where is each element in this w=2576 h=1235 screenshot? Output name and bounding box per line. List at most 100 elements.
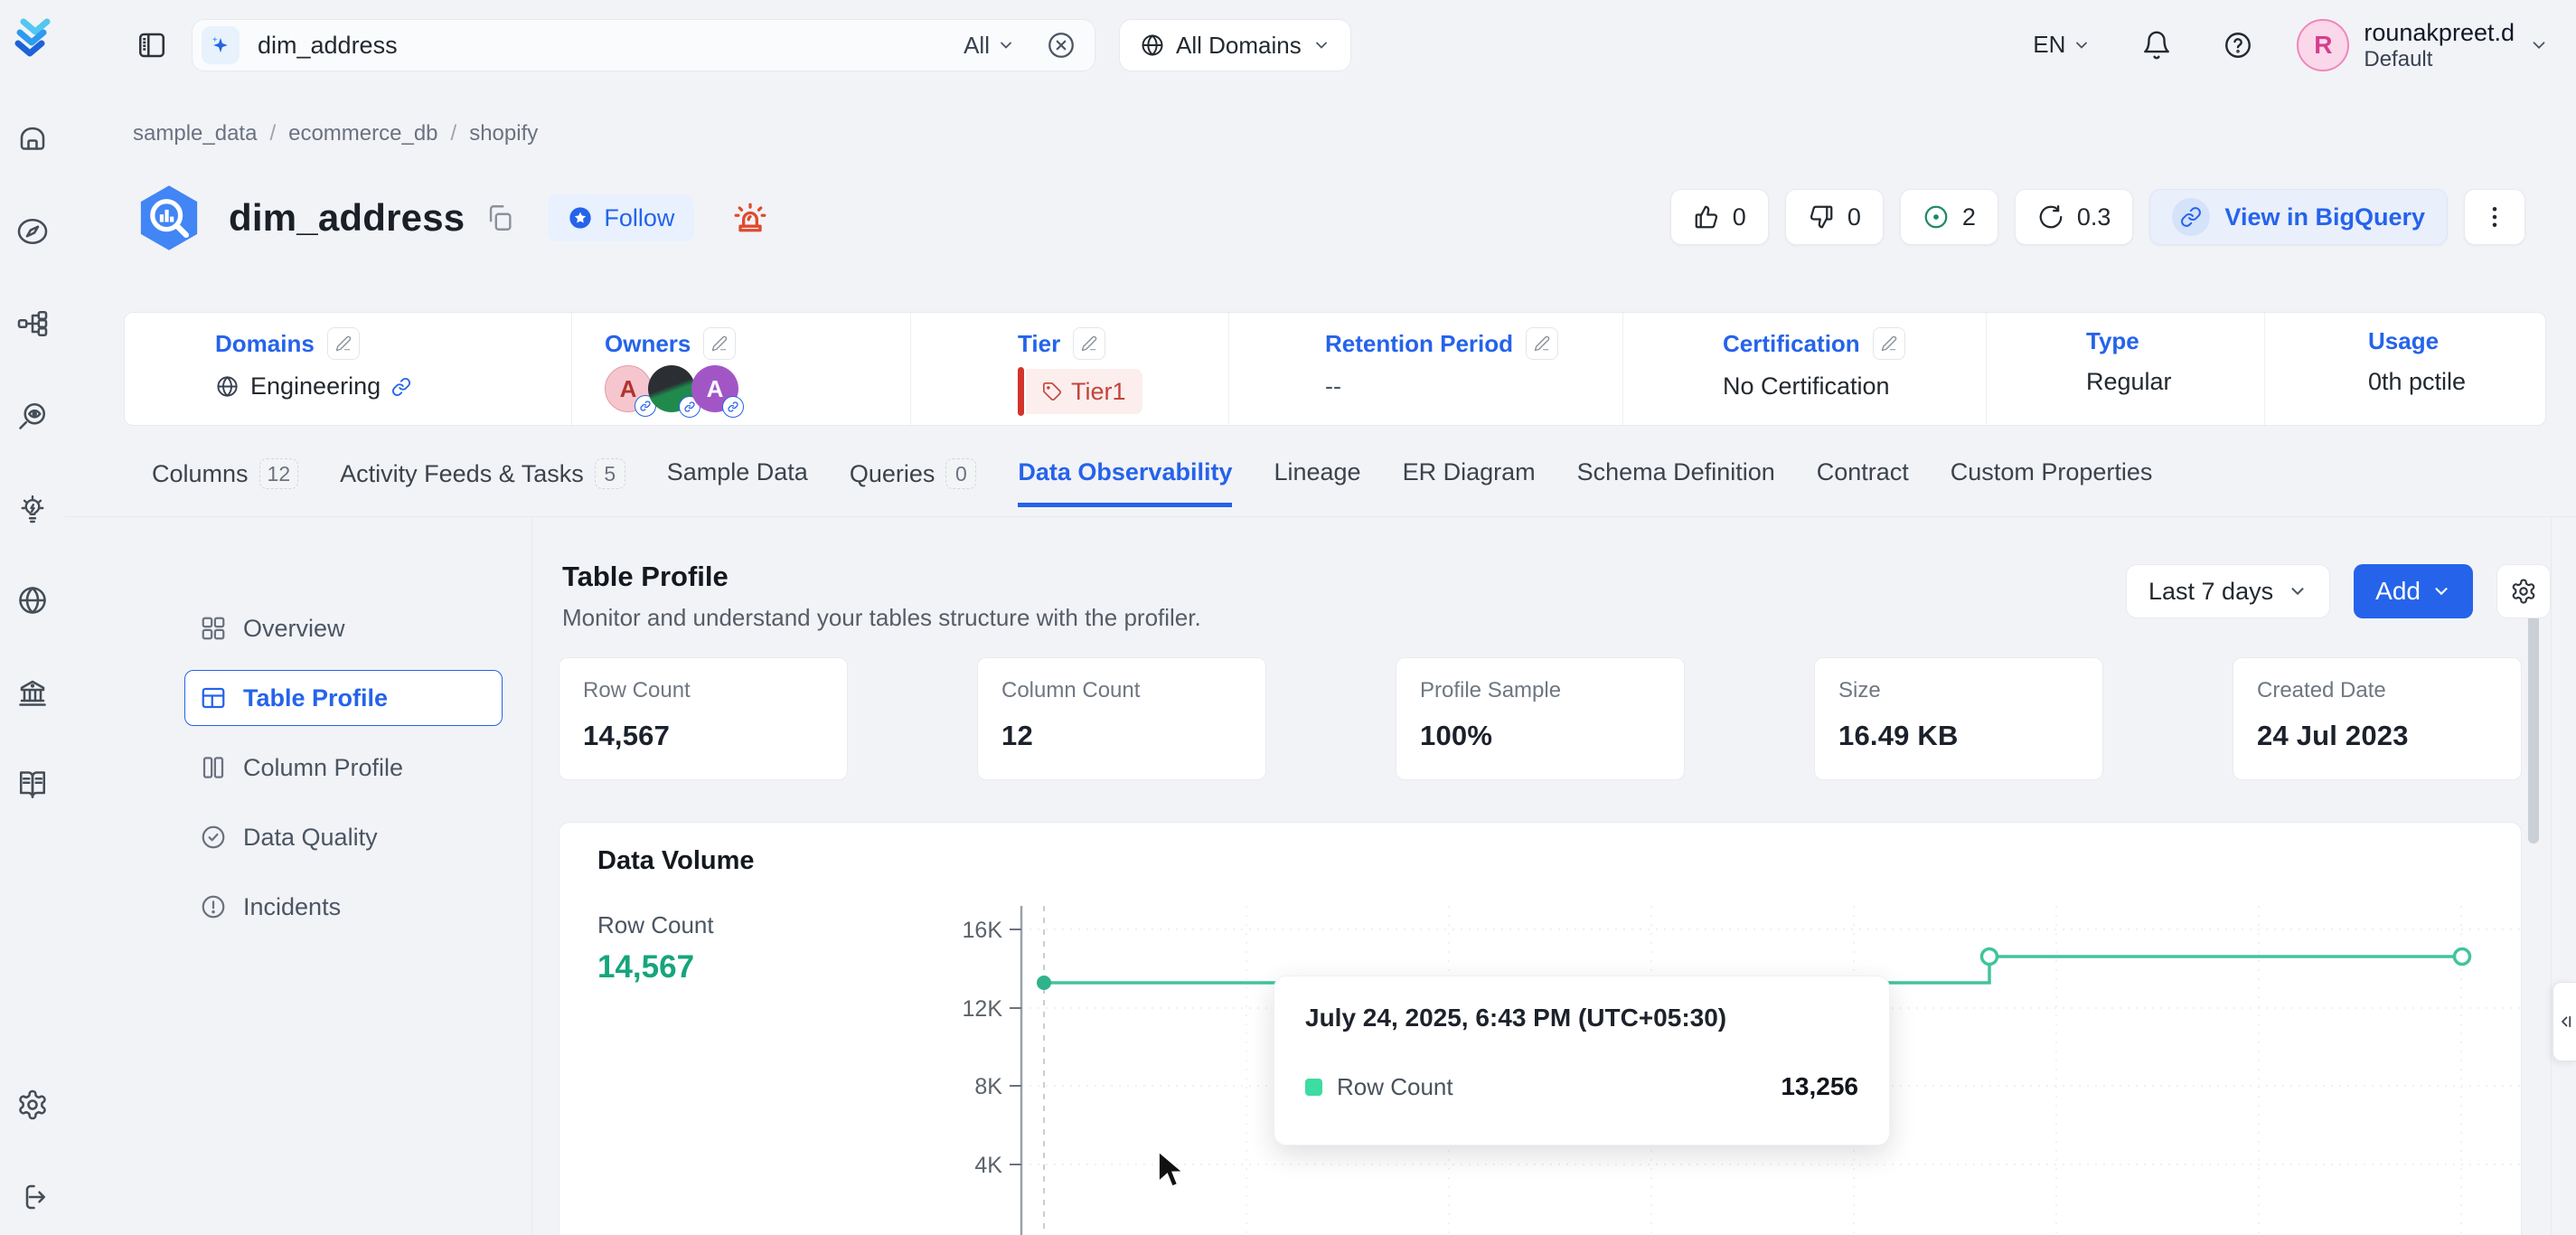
- global-search-bar[interactable]: All: [192, 19, 1095, 71]
- certification-value: No Certification: [1723, 372, 1890, 401]
- scrollbar-thumb[interactable]: [2528, 586, 2539, 844]
- insights-bulb-icon[interactable]: [14, 490, 51, 526]
- home-icon[interactable]: [14, 121, 51, 157]
- alert-circle-icon: [200, 893, 227, 920]
- upvote-button[interactable]: 0: [1670, 189, 1769, 245]
- user-avatar[interactable]: R: [2297, 19, 2349, 71]
- y-tick: 12K: [963, 996, 1003, 1022]
- edit-tier-icon[interactable]: [1073, 327, 1105, 360]
- owners-label: Owners: [605, 330, 691, 358]
- stat-label: Created Date: [2257, 678, 2497, 703]
- refresh-icon: [2037, 203, 2064, 231]
- view-in-bigquery-button[interactable]: View in BigQuery: [2149, 189, 2448, 245]
- all-domains-dropdown[interactable]: All Domains: [1119, 19, 1351, 71]
- add-button[interactable]: Add: [2354, 564, 2473, 618]
- edit-retention-icon[interactable]: [1526, 327, 1558, 360]
- top-bar: All All Domains EN R ro: [65, 0, 2576, 90]
- search-input[interactable]: [258, 32, 964, 60]
- observability-subnav: Overview Table Profile Column Profile Da…: [184, 600, 503, 948]
- tier-value[interactable]: Tier1: [1018, 367, 1228, 416]
- domain-value[interactable]: Engineering: [215, 372, 571, 401]
- copy-name-icon[interactable]: [484, 203, 515, 233]
- globe-icon: [215, 374, 240, 399]
- expand-panel-handle[interactable]: [2552, 982, 2576, 1061]
- tab-sample-data[interactable]: Sample Data: [667, 458, 808, 503]
- popularity-score: 2: [1962, 203, 1976, 231]
- follow-button[interactable]: Follow: [548, 194, 694, 241]
- settings-gear-icon[interactable]: [14, 1087, 51, 1123]
- subnav-data-quality[interactable]: Data Quality: [184, 809, 503, 865]
- breadcrumb-separator: /: [269, 121, 276, 146]
- owner-avatar[interactable]: [648, 365, 695, 412]
- owner-avatar[interactable]: A: [691, 365, 738, 412]
- tooltip-date: July 24, 2025, 6:43 PM (UTC+05:30): [1305, 1004, 1858, 1032]
- edit-domains-icon[interactable]: [327, 327, 360, 360]
- subnav-table-profile[interactable]: Table Profile: [184, 670, 503, 726]
- downvote-button[interactable]: 0: [1785, 189, 1884, 245]
- meta-owners: Owners A A: [571, 313, 910, 425]
- avatar-initial: A: [620, 375, 637, 403]
- freshness-value: 0.3: [2077, 203, 2111, 231]
- notifications-bell-icon[interactable]: [2141, 30, 2172, 61]
- view-in-bigquery-label: View in BigQuery: [2224, 203, 2425, 231]
- alert-siren-icon[interactable]: [730, 198, 770, 238]
- certification-label: Certification: [1723, 330, 1860, 358]
- section-title: Table Profile: [562, 561, 729, 593]
- search-clear-icon[interactable]: [1046, 30, 1076, 61]
- glossary-book-icon[interactable]: [14, 767, 51, 803]
- stat-value: 16.49 KB: [1838, 720, 2079, 752]
- user-tenant: Default: [2364, 47, 2515, 72]
- breadcrumb-item[interactable]: ecommerce_db: [288, 121, 437, 146]
- tab-contract[interactable]: Contract: [1817, 458, 1909, 503]
- tab-columns[interactable]: Columns12: [152, 458, 298, 505]
- language-dropdown[interactable]: EN: [2033, 31, 2091, 59]
- breadcrumb-item[interactable]: sample_data: [133, 121, 257, 146]
- popularity-score-button[interactable]: 2: [1900, 189, 1998, 245]
- edit-certification-icon[interactable]: [1873, 327, 1905, 360]
- discover-compass-icon[interactable]: [14, 213, 51, 250]
- tab-activity-feeds[interactable]: Activity Feeds & Tasks5: [340, 458, 625, 505]
- user-menu-chevron-icon[interactable]: [2529, 35, 2549, 55]
- sidebar-toggle-icon[interactable]: [136, 29, 168, 61]
- search-scope-dropdown[interactable]: All: [964, 32, 1015, 60]
- subnav-incidents[interactable]: Incidents: [184, 879, 503, 935]
- chart-metric-label: Row Count: [597, 911, 714, 939]
- search-scope-label: All: [964, 32, 990, 60]
- profile-search-eye-icon[interactable]: [14, 398, 51, 434]
- tab-schema-definition[interactable]: Schema Definition: [1577, 458, 1775, 503]
- owner-avatar[interactable]: A: [605, 365, 652, 412]
- profile-settings-button[interactable]: [2496, 564, 2551, 618]
- data-point-end[interactable]: [2455, 949, 2470, 965]
- data-point-start[interactable]: [1037, 976, 1051, 990]
- circle-dot-icon: [1923, 203, 1950, 231]
- stat-column-count: Column Count 12: [977, 657, 1266, 780]
- more-actions-button[interactable]: [2464, 189, 2525, 245]
- breadcrumb-item[interactable]: shopify: [469, 121, 538, 146]
- logout-icon[interactable]: [14, 1179, 51, 1215]
- atlan-logo[interactable]: [11, 14, 54, 58]
- tab-lineage[interactable]: Lineage: [1274, 458, 1360, 503]
- bigquery-logo: [131, 180, 207, 256]
- data-point-step[interactable]: [1982, 949, 1998, 965]
- stat-value: 12: [1001, 720, 1242, 752]
- globe-icon: [1140, 33, 1165, 58]
- usage-value: 0th pctile: [2368, 368, 2466, 396]
- user-meta: rounakpreet.d Default: [2364, 19, 2515, 72]
- lineage-flow-icon[interactable]: [14, 306, 51, 342]
- freshness-button[interactable]: 0.3: [2015, 189, 2134, 245]
- tab-data-observability[interactable]: Data Observability: [1018, 458, 1232, 507]
- subnav-column-profile[interactable]: Column Profile: [184, 740, 503, 796]
- tab-queries[interactable]: Queries0: [850, 458, 977, 505]
- edit-owners-icon[interactable]: [703, 327, 736, 360]
- date-range-dropdown[interactable]: Last 7 days: [2126, 564, 2330, 618]
- chevron-down-icon: [997, 36, 1015, 54]
- help-icon[interactable]: [2223, 30, 2253, 61]
- web-globe-icon[interactable]: [14, 582, 51, 618]
- tab-custom-properties[interactable]: Custom Properties: [1951, 458, 2153, 503]
- tag-icon: [1042, 382, 1062, 401]
- tab-er-diagram[interactable]: ER Diagram: [1403, 458, 1536, 503]
- subnav-overview[interactable]: Overview: [184, 600, 503, 656]
- governance-bank-icon[interactable]: [14, 674, 51, 711]
- stat-cards: Row Count 14,567 Column Count 12 Profile…: [559, 657, 2522, 780]
- owner-avatars: A A: [605, 365, 910, 412]
